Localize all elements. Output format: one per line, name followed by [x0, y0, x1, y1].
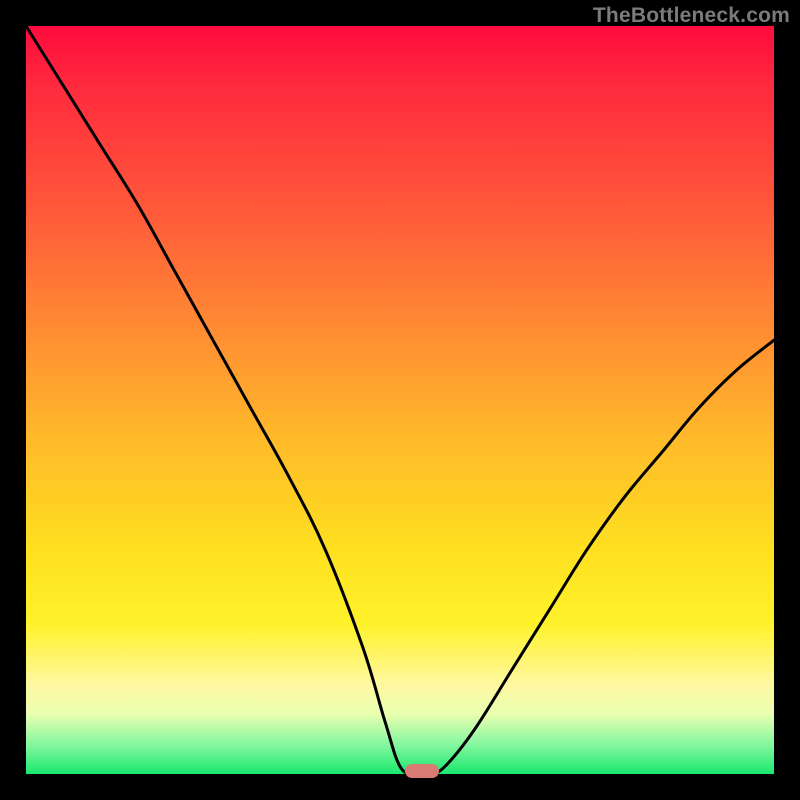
min-marker — [405, 764, 439, 778]
plot-area — [26, 26, 774, 774]
bottleneck-curve — [26, 26, 774, 774]
watermark-text: TheBottleneck.com — [593, 4, 790, 28]
chart-frame: TheBottleneck.com — [0, 0, 800, 800]
